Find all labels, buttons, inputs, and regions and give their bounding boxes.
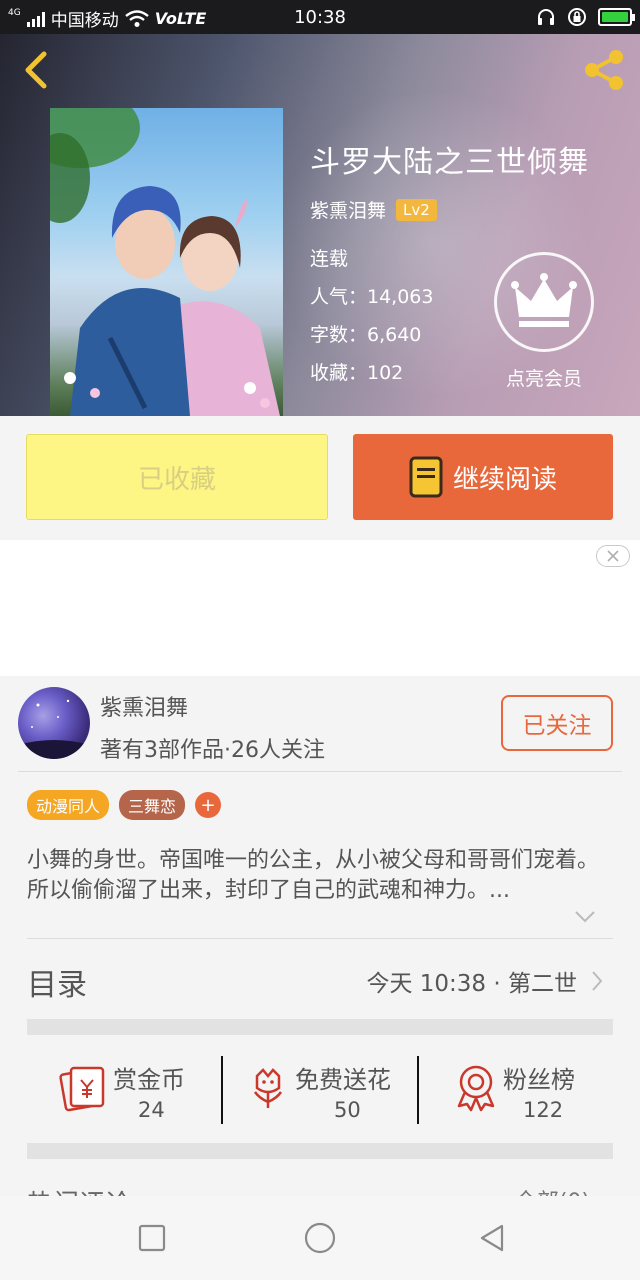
author-name[interactable]: 紫熏泪舞 (100, 690, 188, 722)
book-description[interactable]: 小舞的身世。帝国唯一的公主，从小被父母和哥哥们宠着。所以偷偷溜了出来，封印了自己… (27, 846, 617, 906)
reward-coins-label: 赏金币 (113, 1066, 185, 1094)
tag-list: 动漫同人 三舞恋 + (27, 790, 222, 820)
share-icon[interactable] (580, 48, 628, 92)
reward-coins-value: 24 (138, 1098, 165, 1122)
vip-label[interactable]: 点亮会员 (482, 364, 606, 391)
home-icon[interactable] (302, 1220, 338, 1256)
fan-ranking[interactable]: 粉丝榜 122 (419, 1036, 614, 1142)
tag-item[interactable]: 三舞恋 (119, 790, 186, 820)
reward-coins[interactable]: 赏金币 24 (27, 1036, 222, 1142)
book-title: 斗罗大陆之三世倾舞 (310, 145, 589, 180)
crown-icon (511, 273, 577, 327)
section-separator (27, 1019, 613, 1035)
continue-reading-button[interactable]: 继续阅读 (353, 434, 613, 520)
back-arrow-icon[interactable] (16, 48, 56, 92)
medal-icon (457, 1065, 495, 1112)
book-favorites: 收藏：102 (310, 362, 404, 384)
fan-ranking-value: 122 (523, 1098, 564, 1122)
send-flowers[interactable]: 免费送花 50 (223, 1036, 418, 1142)
status-bar: 4G 中国移动 VoLTE 10:38 (0, 0, 640, 34)
send-flowers-label: 免费送花 (295, 1066, 391, 1094)
system-nav-bar (0, 1196, 640, 1280)
author-level-badge: Lv2 (396, 198, 437, 221)
follow-button[interactable]: 已关注 (501, 695, 613, 751)
author-card: 紫熏泪舞 著有3部作品·26人关注 已关注 (0, 676, 640, 773)
back-icon[interactable] (474, 1220, 510, 1256)
red-envelope-icon (59, 1066, 105, 1112)
send-flowers-value: 50 (334, 1098, 361, 1122)
book-status: 连载 (310, 248, 349, 270)
book-word-count: 字数：6,640 (310, 324, 422, 346)
action-bar: 已收藏 继续阅读 (0, 416, 640, 540)
book-popularity: 人气：14,063 (310, 286, 434, 308)
ad-close-button[interactable] (596, 545, 630, 567)
book-icon (409, 456, 443, 498)
author-meta: 著有3部作品·26人关注 (100, 738, 325, 763)
ad-banner (0, 540, 640, 676)
vip-button[interactable] (494, 252, 594, 352)
battery-icon (598, 8, 635, 26)
catalog-title: 目录 (27, 968, 87, 1003)
book-header: 斗罗大陆之三世倾舞 紫熏泪舞 Lv2 连载 人气：14,063 字数：6,640… (0, 34, 640, 416)
recent-apps-icon[interactable] (134, 1220, 170, 1256)
tag-item[interactable]: 动漫同人 (27, 790, 110, 820)
continue-reading-label: 继续阅读 (452, 464, 557, 495)
chevron-down-icon[interactable] (574, 910, 596, 924)
close-icon (607, 550, 619, 562)
author-avatar[interactable] (18, 687, 90, 759)
book-author[interactable]: 紫熏泪舞 (310, 196, 386, 223)
reward-stats: 赏金币 24 免费送花 50 粉丝榜 122 (27, 1036, 613, 1142)
divider (18, 771, 622, 772)
chevron-right-icon (592, 971, 603, 991)
add-tag-button[interactable]: + (195, 792, 222, 818)
headphones-icon (538, 9, 554, 25)
rotation-lock-icon (568, 8, 586, 26)
section-separator (27, 1143, 613, 1159)
flower-icon (253, 1068, 283, 1108)
divider (27, 938, 613, 939)
catalog-latest-chapter: 今天 10:38 · 第二世 (366, 971, 577, 997)
book-cover-image[interactable] (50, 108, 283, 416)
fan-ranking-label: 粉丝榜 (503, 1066, 575, 1094)
catalog-row[interactable]: 目录 今天 10:38 · 第二世 (27, 950, 613, 1014)
favorited-button[interactable]: 已收藏 (26, 434, 328, 520)
